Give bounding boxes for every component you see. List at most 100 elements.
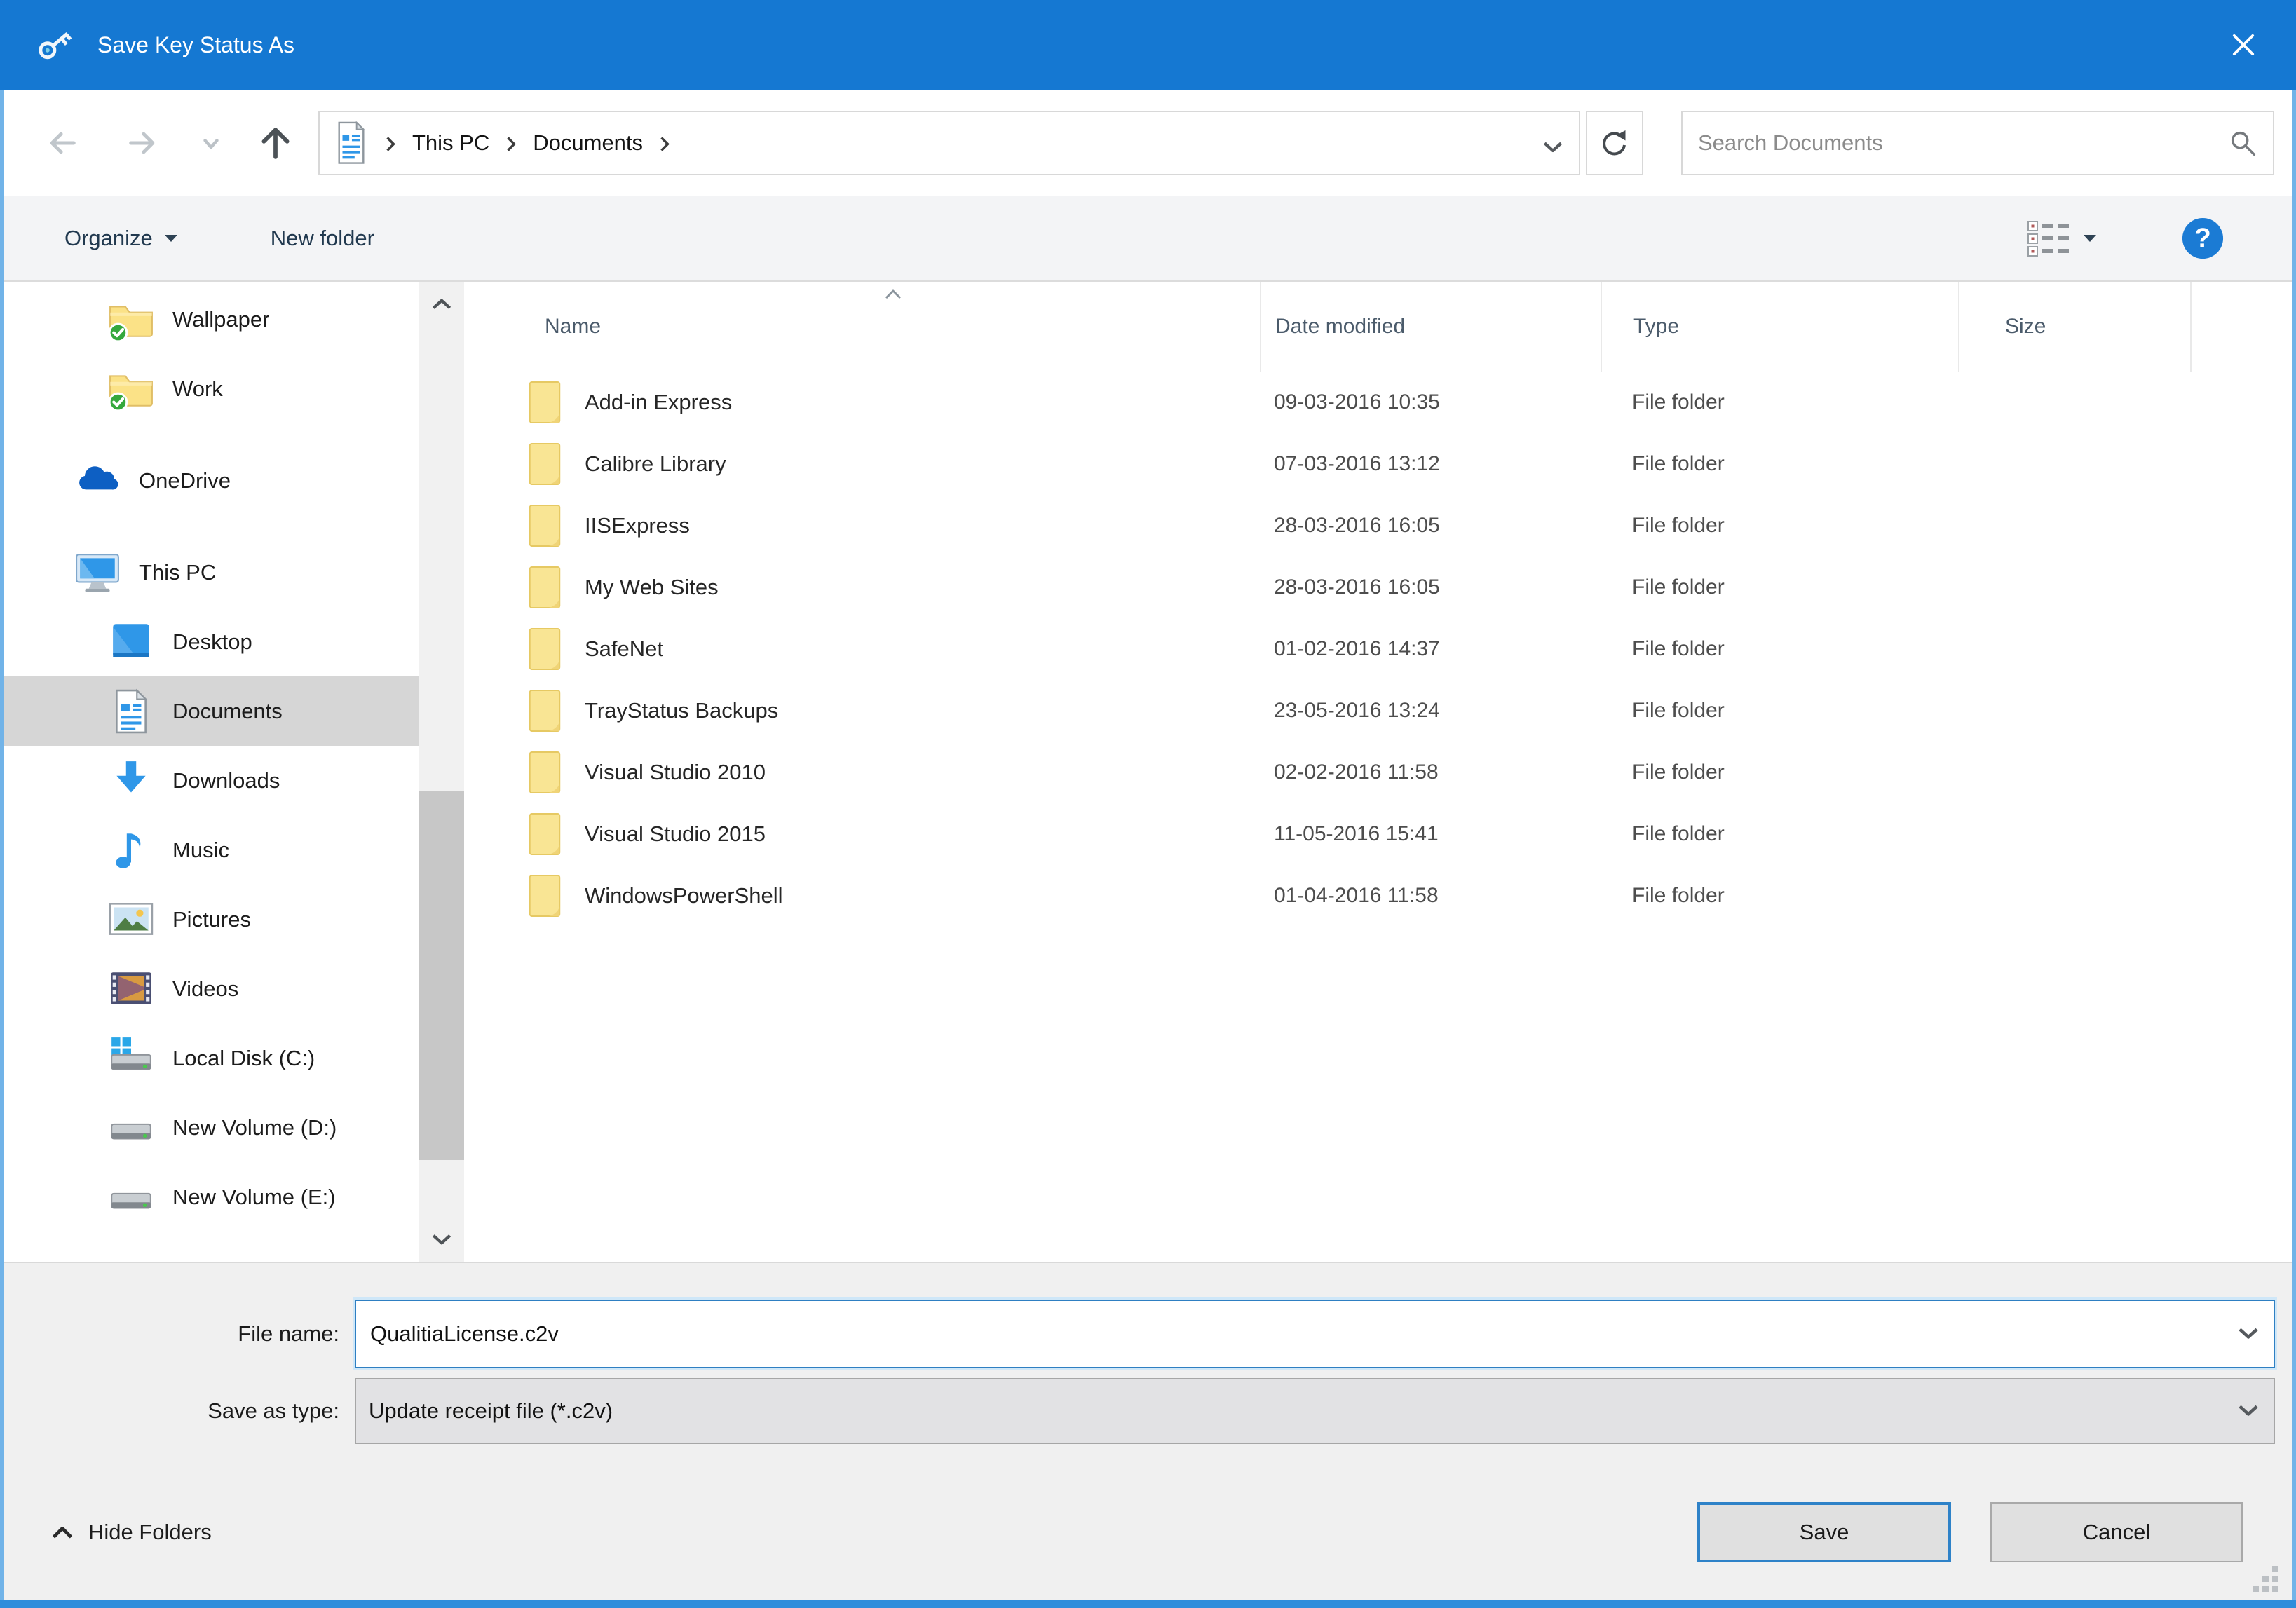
folder-icon [524, 625, 565, 674]
file-row-calibre-library[interactable]: Calibre Library07-03-2016 13:12File fold… [464, 433, 2292, 495]
new-folder-button[interactable]: New folder [271, 226, 374, 251]
pictures-icon [108, 897, 154, 943]
file-name: Visual Studio 2015 [585, 822, 766, 847]
column-header-name[interactable]: Name [464, 282, 1260, 372]
caret-down-icon [164, 234, 178, 243]
sidebar-item-label: OneDrive [139, 468, 231, 493]
sidebar-item-local-disk-c[interactable]: Local Disk (C:) [4, 1023, 419, 1093]
sidebar-item-desktop[interactable]: Desktop [4, 607, 419, 676]
sidebar-item-this-pc[interactable]: This PC [4, 538, 419, 607]
chevron-up-icon [430, 297, 454, 312]
file-row-iisexpress[interactable]: IISExpress28-03-2016 16:05File folder [464, 495, 2292, 557]
breadcrumb: This PC Documents [318, 111, 1580, 175]
desktop-icon [108, 619, 154, 665]
sidebar-item-label: Desktop [172, 629, 252, 655]
history-dropdown[interactable] [199, 131, 223, 155]
sidebar-item-documents[interactable]: Documents [4, 676, 419, 746]
sidebar-item-work[interactable]: Work [4, 354, 419, 423]
column-headers: Name Date modified Type Size [464, 282, 2292, 372]
file-name-label: File name: [4, 1321, 355, 1347]
hide-folders-button[interactable]: Hide Folders [50, 1520, 212, 1545]
file-name: WindowsPowerShell [585, 883, 783, 908]
file-date-modified: 23-05-2016 13:24 [1260, 699, 1601, 723]
back-button[interactable] [39, 122, 81, 164]
file-name: IISExpress [585, 513, 690, 538]
folder-icon [524, 440, 565, 489]
breadcrumb-this-pc[interactable]: This PC [412, 130, 489, 156]
cancel-button[interactable]: Cancel [1990, 1502, 2243, 1562]
close-icon [2228, 29, 2259, 60]
chevron-down-icon[interactable] [2236, 1326, 2261, 1342]
up-arrow-icon [254, 121, 297, 165]
file-name-row: File name: [4, 1300, 2292, 1368]
file-row-my-web-sites[interactable]: My Web Sites28-03-2016 16:05File folder [464, 557, 2292, 618]
scroll-down-button[interactable] [419, 1217, 464, 1262]
file-row-safenet[interactable]: SafeNet01-02-2016 14:37File folder [464, 618, 2292, 680]
column-header-date-modified[interactable]: Date modified [1260, 282, 1601, 372]
chevron-down-icon [430, 1232, 454, 1247]
scrollbar-thumb[interactable] [419, 791, 464, 1160]
sidebar-item-label: Pictures [172, 907, 251, 932]
sidebar-item-label: This PC [139, 560, 216, 585]
search-icon[interactable] [2227, 127, 2259, 159]
save-as-type-select[interactable]: Update receipt file (*.c2v) [355, 1378, 2275, 1444]
file-date-modified: 09-03-2016 10:35 [1260, 390, 1601, 414]
onedrive-icon [74, 458, 121, 504]
help-button[interactable]: ? [2181, 217, 2224, 260]
local-disk-icon [108, 1035, 154, 1082]
refresh-icon [1598, 126, 1631, 160]
folder-icon [524, 501, 565, 550]
file-row-visual-studio-2015[interactable]: Visual Studio 201511-05-2016 15:41File f… [464, 803, 2292, 865]
folder-icon [524, 378, 565, 427]
sidebar-item-wallpaper[interactable]: Wallpaper [4, 285, 419, 354]
column-header-size[interactable]: Size [1958, 282, 2192, 372]
breadcrumb-separator-icon [505, 134, 517, 152]
resize-grip-icon[interactable] [2251, 1565, 2282, 1595]
file-name-input[interactable] [356, 1321, 2236, 1347]
up-button[interactable] [254, 121, 297, 165]
window-title: Save Key Status As [97, 32, 294, 58]
scroll-up-button[interactable] [419, 282, 464, 327]
file-type: File folder [1601, 452, 1958, 476]
key-app-icon [32, 22, 76, 67]
address-dropdown[interactable] [1541, 135, 1565, 151]
file-type: File folder [1601, 884, 1958, 908]
sidebar-item-label: New Volume (D:) [172, 1115, 337, 1140]
document-icon [334, 121, 369, 165]
sidebar-item-onedrive[interactable]: OneDrive [4, 446, 419, 515]
documents-icon [108, 688, 154, 735]
sidebar-item-videos[interactable]: Videos [4, 954, 419, 1023]
sidebar-item-downloads[interactable]: Downloads [4, 746, 419, 815]
view-options-button[interactable] [2027, 219, 2097, 257]
forward-button[interactable] [123, 122, 165, 164]
file-row-windowspowershell[interactable]: WindowsPowerShell01-04-2016 11:58File fo… [464, 865, 2292, 927]
column-header-type[interactable]: Type [1601, 282, 1958, 372]
help-icon: ? [2181, 217, 2224, 260]
sidebar-scrollbar[interactable] [419, 282, 464, 1262]
sidebar-item-new-volume-d[interactable]: New Volume (D:) [4, 1093, 419, 1162]
sidebar-item-music[interactable]: Music [4, 815, 419, 885]
sidebar-item-label: Downloads [172, 768, 280, 793]
file-date-modified: 28-03-2016 16:05 [1260, 575, 1601, 599]
organize-button[interactable]: Organize [64, 226, 178, 251]
file-row-traystatus-backups[interactable]: TrayStatus Backups23-05-2016 13:24File f… [464, 680, 2292, 742]
file-type: File folder [1601, 514, 1958, 538]
sidebar-item-label: Documents [172, 699, 283, 724]
folder-icon [524, 748, 565, 797]
save-button[interactable]: Save [1697, 1502, 1951, 1562]
close-button[interactable] [2191, 0, 2296, 90]
navigation-bar: This PC Documents [4, 90, 2292, 196]
save-as-type-value: Update receipt file (*.c2v) [369, 1398, 2236, 1424]
navigation-pane: WallpaperWork OneDrive This PC Desktop Docum… [4, 282, 464, 1262]
file-date-modified: 07-03-2016 13:12 [1260, 452, 1601, 476]
sidebar-item-pictures[interactable]: Pictures [4, 885, 419, 954]
refresh-button[interactable] [1586, 111, 1643, 175]
file-row-visual-studio-2010[interactable]: Visual Studio 201002-02-2016 11:58File f… [464, 742, 2292, 803]
sidebar-item-label: New Volume (E:) [172, 1185, 336, 1210]
breadcrumb-documents[interactable]: Documents [533, 130, 643, 156]
file-row-add-in-express[interactable]: Add-in Express09-03-2016 10:35File folde… [464, 372, 2292, 433]
file-name: TrayStatus Backups [585, 698, 778, 723]
file-type: File folder [1601, 637, 1958, 661]
sidebar-item-new-volume-e[interactable]: New Volume (E:) [4, 1162, 419, 1232]
search-input[interactable] [1697, 130, 2227, 156]
